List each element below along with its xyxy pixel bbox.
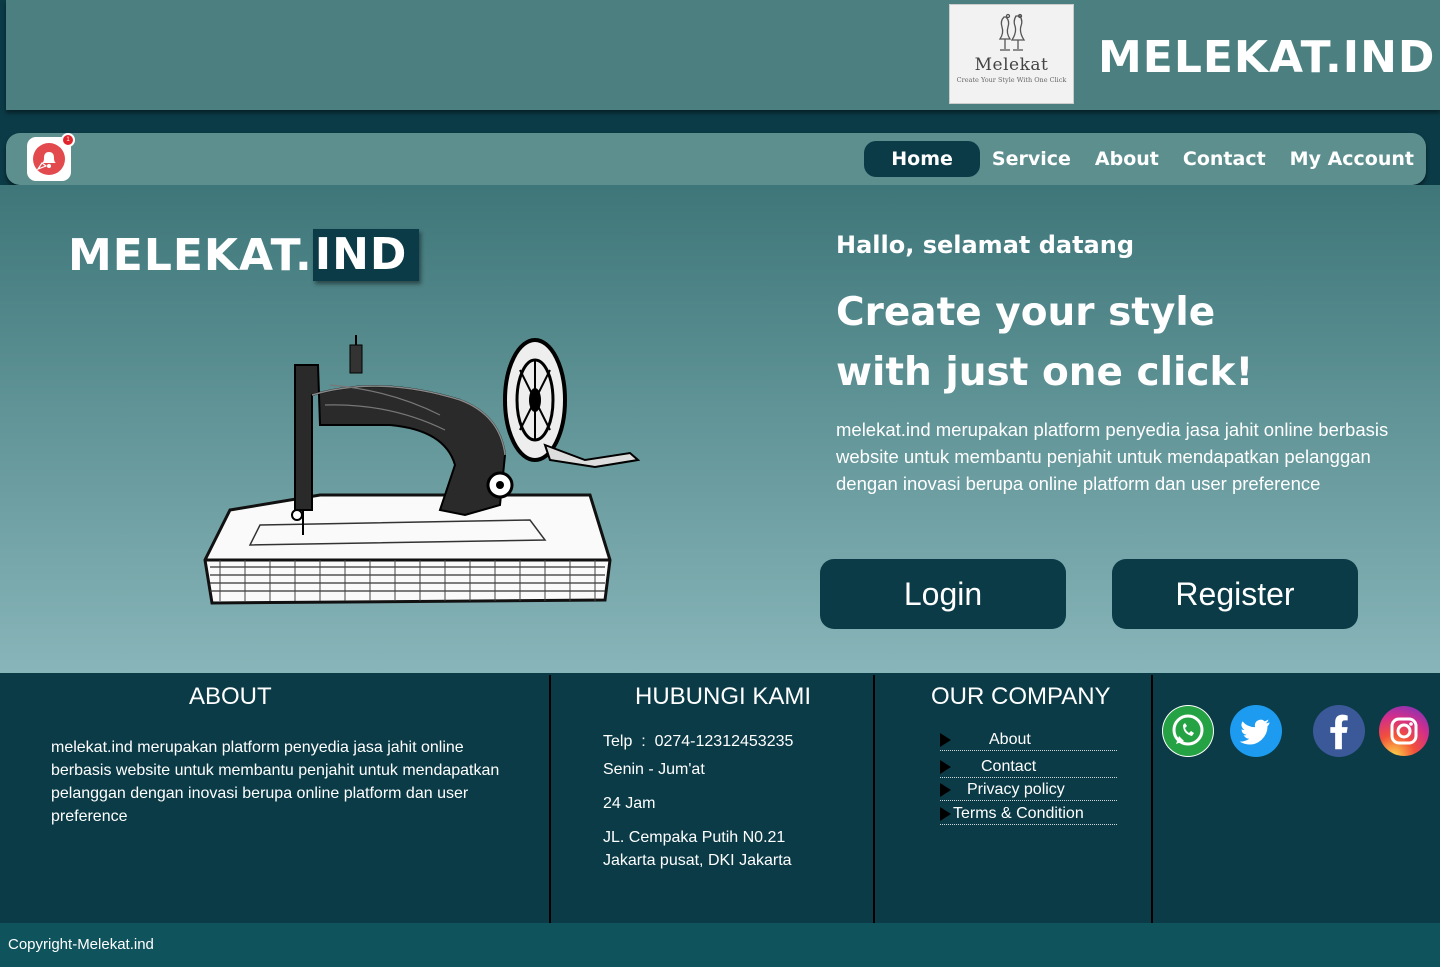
notification-button[interactable]: 1	[27, 133, 75, 181]
about-text: melekat.ind merupakan platform penyedia …	[51, 739, 500, 825]
nav-service[interactable]: Service	[980, 141, 1083, 177]
nav-contact[interactable]: Contact	[1171, 141, 1278, 177]
logo-tagline: Create Your Style With One Click	[956, 76, 1067, 84]
caret-right-icon	[940, 807, 951, 821]
company-link-label: Privacy policy	[967, 781, 1065, 798]
brand-title: MELEKAT.IND	[1098, 32, 1436, 83]
company-link-label: Contact	[981, 758, 1037, 775]
nav-about[interactable]: About	[1083, 141, 1171, 177]
whatsapp-icon[interactable]	[1162, 705, 1214, 757]
company-link-label: Terms & Condition	[953, 805, 1084, 822]
nav-home[interactable]: Home	[864, 141, 980, 177]
footer-divider	[873, 675, 875, 925]
hero-brand: MELEKAT. IND	[68, 229, 420, 281]
instagram-icon[interactable]	[1378, 705, 1430, 757]
contact-phone: Telp : 0274-12312453235	[603, 733, 794, 750]
company-link-privacy[interactable]: Privacy policy	[940, 779, 1117, 801]
company-heading: OUR COMPANY	[931, 683, 1111, 710]
company-link-label: About	[989, 731, 1031, 748]
caret-right-icon	[940, 760, 951, 774]
contact-heading: HUBUNGI KAMI	[635, 683, 812, 710]
caret-right-icon	[940, 733, 951, 747]
contact-address-line2: Jakarta pusat, DKI Jakarta	[603, 852, 792, 869]
notification-badge: 1	[61, 133, 75, 147]
top-header: Melekat Create Your Style With One Click…	[6, 0, 1440, 110]
hero-brand-part1: MELEKAT.	[68, 229, 313, 281]
caret-right-icon	[940, 783, 951, 797]
hero-greeting: Hallo, selamat datang	[836, 231, 1135, 259]
navbar: 1 Home Service About Contact My Account	[6, 133, 1426, 185]
footer-divider	[1151, 675, 1153, 925]
register-button[interactable]: Register	[1112, 559, 1358, 629]
copyright-bar: Copyright-Melekat.ind	[0, 923, 1440, 967]
facebook-icon[interactable]	[1313, 705, 1365, 757]
contact-address-line1: JL. Cempaka Putih N0.21	[603, 829, 786, 846]
hero-description: melekat.ind merupakan platform penyedia …	[836, 419, 1389, 494]
login-button[interactable]: Login	[820, 559, 1066, 629]
logo-name: Melekat	[974, 55, 1049, 75]
footer: ABOUT melekat.ind merupakan platform pen…	[0, 673, 1440, 925]
contact-hours: 24 Jam	[603, 795, 656, 812]
company-links: About Contact Privacy policy Terms & Con…	[940, 729, 1117, 825]
company-link-contact[interactable]: Contact	[940, 756, 1117, 778]
hero-title-line2: with just one click!	[836, 350, 1254, 395]
company-link-terms[interactable]: Terms & Condition	[940, 803, 1117, 825]
about-heading: ABOUT	[189, 683, 272, 710]
hero-brand-part2: IND	[312, 229, 420, 281]
hero-title-line1: Create your style	[836, 290, 1216, 335]
dress-form-icon	[998, 13, 1025, 51]
sewing-machine-illustration	[203, 335, 641, 605]
bell-icon	[33, 143, 65, 175]
company-logo[interactable]: Melekat Create Your Style With One Click	[949, 4, 1074, 104]
nav-my-account[interactable]: My Account	[1278, 141, 1426, 177]
footer-divider	[549, 675, 551, 925]
nav-links: Home Service About Contact My Account	[864, 141, 1426, 177]
twitter-icon[interactable]	[1230, 705, 1282, 757]
contact-days: Senin - Jum'at	[603, 761, 705, 778]
copyright-text: Copyright-Melekat.ind	[8, 936, 154, 953]
company-link-about[interactable]: About	[940, 729, 1117, 751]
hero-title: Create your style with just one click!	[836, 283, 1396, 403]
hero-section: MELEKAT. IND Hallo, selamat datang Creat…	[0, 185, 1440, 673]
